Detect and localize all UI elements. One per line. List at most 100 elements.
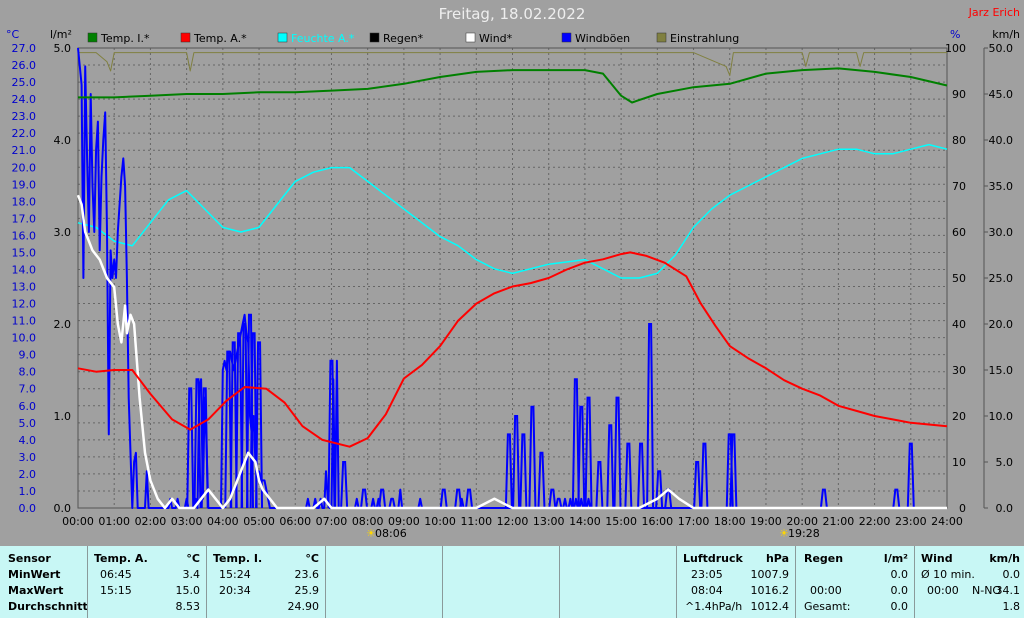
legend-label: Temp. A.* — [193, 32, 247, 45]
rain-tick-label: 2.0 — [54, 318, 72, 331]
legend-swatch — [656, 32, 667, 43]
x-tick-label: 06:00 — [279, 515, 311, 528]
temp-axis-unit: °C — [6, 28, 20, 41]
statistics-panel: Sensor MinWert MaxWert Durchschnitt Temp… — [0, 546, 1024, 618]
x-tick-label: 23:00 — [895, 515, 927, 528]
temp-tick-label: 8.0 — [19, 366, 37, 379]
rain-tick-label: 5.0 — [54, 42, 72, 55]
pressure-min-time: 23:05 — [691, 568, 723, 581]
chart-svg: Freitag, 18.02.2022 Jarz Erich °C l/m² %… — [6, 5, 1020, 540]
right-axes: 0 10 20 30 40 50 60 70 80 90 100 0.0 5.0 10.0 15.0 20.0… — [945, 42, 1013, 515]
temp-tick-label: 7.0 — [19, 383, 37, 396]
temp-i-max-time: 20:34 — [219, 584, 251, 597]
humidity-tick-label: 80 — [952, 134, 966, 147]
legend-label: Einstrahlung — [670, 32, 739, 45]
temp-tick-label: 2.0 — [19, 468, 37, 481]
sunrise-time: 08:06 — [375, 527, 407, 540]
legend-label: Windböen — [575, 32, 630, 45]
wind-r2-value: 34.1 — [995, 584, 1021, 597]
legend-swatch — [465, 32, 476, 43]
stats-label-avg: Durchschnitt — [8, 600, 88, 613]
wind-tick-label: 10.0 — [989, 410, 1014, 423]
stats-rain: Regen l/m² 0.0 00:00 0.0 Gesamt: 0.0 — [795, 546, 914, 618]
sun-markers: ☀ 08:06 ☀ 19:28 — [366, 527, 820, 540]
temp-i-min: 23.6 — [294, 568, 320, 581]
temp-tick-label: 13.0 — [12, 281, 37, 294]
weather-chart: Freitag, 18.02.2022 Jarz Erich °C l/m² %… — [0, 0, 1024, 545]
legend-swatch — [561, 32, 572, 43]
humidity-tick-label: 40 — [952, 318, 966, 331]
temp-tick-label: 11.0 — [12, 315, 37, 328]
wind-r2-time: 00:00 — [927, 584, 959, 597]
pressure-unit: hPa — [765, 552, 789, 565]
left-axes: 0.0 1.0 2.0 3.0 4.0 5.0 6.0 7.0 8.0 9.0 10.0 11.0 12… — [12, 42, 72, 515]
temp-tick-label: 9.0 — [19, 349, 37, 362]
temp-tick-label: 10.0 — [12, 332, 37, 345]
temp-a-avg: 8.53 — [175, 600, 201, 613]
temp-tick-label: 6.0 — [19, 400, 37, 413]
temp-tick-label: 21.0 — [12, 144, 37, 157]
temp-tick-label: 20.0 — [12, 161, 37, 174]
wind-tick-label: 45.0 — [989, 88, 1014, 101]
wind-axis-unit: km/h — [992, 28, 1020, 41]
stats-empty-3 — [559, 546, 676, 618]
pressure-max-time: 08:04 — [691, 584, 723, 597]
temp-tick-label: 3.0 — [19, 451, 37, 464]
x-tick-label: 13:00 — [533, 515, 565, 528]
temp-tick-label: 22.0 — [12, 127, 37, 140]
temp-a-max: 15.0 — [175, 584, 201, 597]
wind-tick-label: 30.0 — [989, 226, 1014, 239]
temp-i-max: 25.9 — [294, 584, 320, 597]
rain-tick-label: 4.0 — [54, 134, 72, 147]
x-tick-label: 05:00 — [243, 515, 275, 528]
wind-tick-label: 20.0 — [989, 318, 1014, 331]
wind-tick-label: 35.0 — [989, 180, 1014, 193]
sunset-time: 19:28 — [788, 527, 820, 540]
humidity-tick-label: 10 — [952, 456, 966, 469]
humidity-tick-label: 70 — [952, 180, 966, 193]
temp-a-min: 3.4 — [182, 568, 201, 581]
temp-tick-label: 24.0 — [12, 93, 37, 106]
wind-r1-label: Ø 10 min. — [921, 568, 975, 581]
x-tick-label: 24:00 — [931, 515, 963, 528]
stats-label-sensor: Sensor — [8, 552, 51, 565]
pressure-header: Luftdruck — [683, 552, 743, 565]
wind-tick-label: 0.0 — [996, 502, 1014, 515]
x-tick-label: 07:00 — [316, 515, 348, 528]
legend-swatch — [180, 32, 191, 43]
pressure-min: 1007.9 — [750, 568, 790, 581]
x-tick-label: 21:00 — [823, 515, 855, 528]
temp-tick-label: 4.0 — [19, 434, 37, 447]
humidity-tick-label: 20 — [952, 410, 966, 423]
humidity-tick-label: 0 — [959, 502, 966, 515]
stats-empty-2 — [442, 546, 559, 618]
x-tick-label: 18:00 — [714, 515, 746, 528]
wind-tick-label: 50.0 — [989, 42, 1014, 55]
wind-tick-label: 15.0 — [989, 364, 1014, 377]
humidity-tick-label: 30 — [952, 364, 966, 377]
x-tick-label: 17:00 — [678, 515, 710, 528]
rain-tick-label: 3.0 — [54, 226, 72, 239]
temp-i-min-time: 15:24 — [219, 568, 251, 581]
legend-label: Temp. I.* — [100, 32, 150, 45]
temp-tick-label: 0.0 — [19, 502, 37, 515]
humidity-tick-label: 90 — [952, 88, 966, 101]
rain-total: 0.0 — [890, 600, 909, 613]
legend-swatch — [87, 32, 98, 43]
pressure-max: 1016.2 — [750, 584, 790, 597]
stats-wind: Wind km/h Ø 10 min. 0.0 00:00 N-NO 34.1 … — [914, 546, 1024, 618]
x-tick-label: 15:00 — [605, 515, 637, 528]
humidity-axis-unit: % — [950, 28, 960, 41]
stats-temp-inside: Temp. I. °C 15:24 23.6 20:34 25.9 24.90 — [206, 546, 325, 618]
temp-i-header: Temp. I. — [213, 552, 263, 565]
temp-tick-label: 5.0 — [19, 417, 37, 430]
x-tick-label: 01:00 — [98, 515, 130, 528]
rain-unit: l/m² — [883, 552, 908, 565]
temp-a-min-time: 06:45 — [100, 568, 132, 581]
x-tick-label: 03:00 — [171, 515, 203, 528]
pressure-avg: 1012.4 — [750, 600, 790, 613]
temp-tick-label: 17.0 — [12, 212, 37, 225]
rain-r1-value: 0.0 — [890, 568, 909, 581]
stats-label-max: MaxWert — [8, 584, 64, 597]
legend-label: Regen* — [383, 32, 424, 45]
